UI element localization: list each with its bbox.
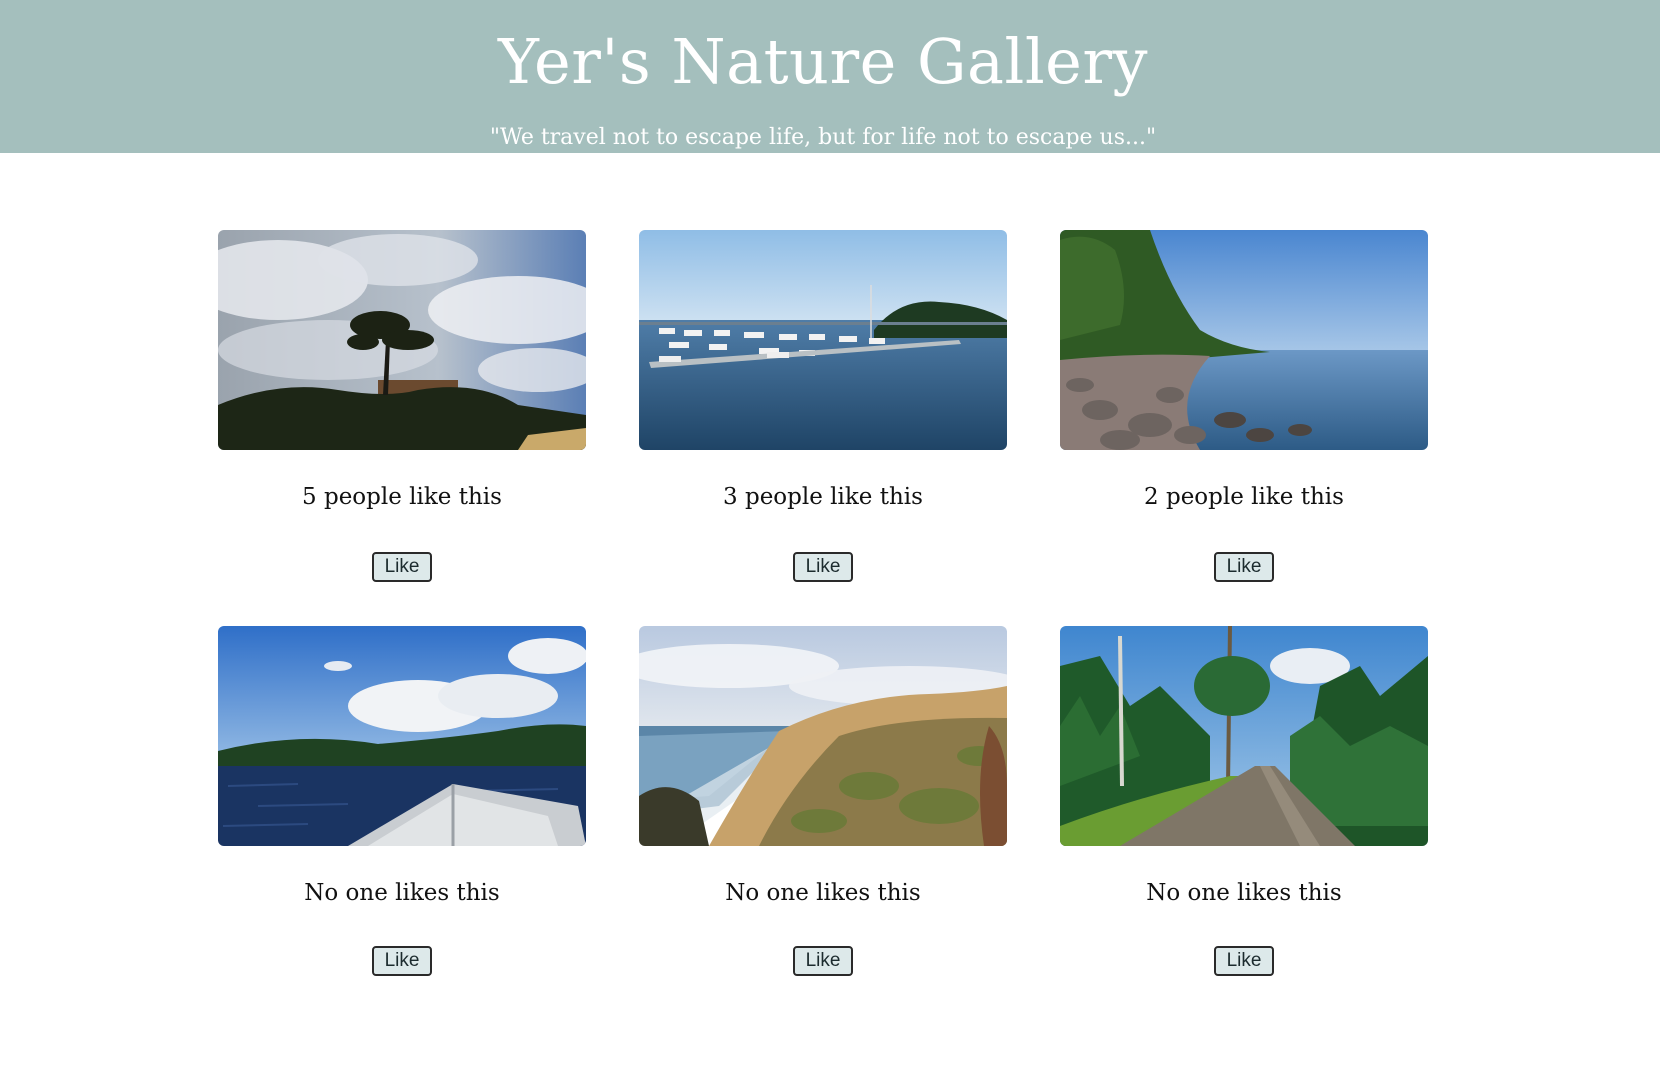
tree-on-cliff-photo [218,230,586,450]
lake-boat-bow-photo [218,626,586,846]
rocky-shore-photo [1060,230,1428,450]
page-subtitle-quote: "We travel not to escape life, but for l… [489,125,1157,150]
like-button[interactable]: Like [372,946,432,976]
page-title: Yer's Nature Gallery [497,25,1149,98]
likes-count: 3 people like this [723,484,923,510]
like-button[interactable]: Like [372,552,432,582]
like-button[interactable]: Like [1214,946,1274,976]
coastal-bluff-photo [639,626,1007,846]
likes-count: 5 people like this [302,484,502,510]
like-button[interactable]: Like [1214,552,1274,582]
likes-count: No one likes this [1146,880,1342,906]
likes-count: No one likes this [725,880,921,906]
likes-count: 2 people like this [1144,484,1344,510]
marina-photo [639,230,1007,450]
likes-count: No one likes this [304,880,500,906]
like-button[interactable]: Like [793,946,853,976]
like-button[interactable]: Like [793,552,853,582]
forest-road-photo [1060,626,1428,846]
page-header: Yer's Nature Gallery "We travel not to e… [0,0,1660,153]
